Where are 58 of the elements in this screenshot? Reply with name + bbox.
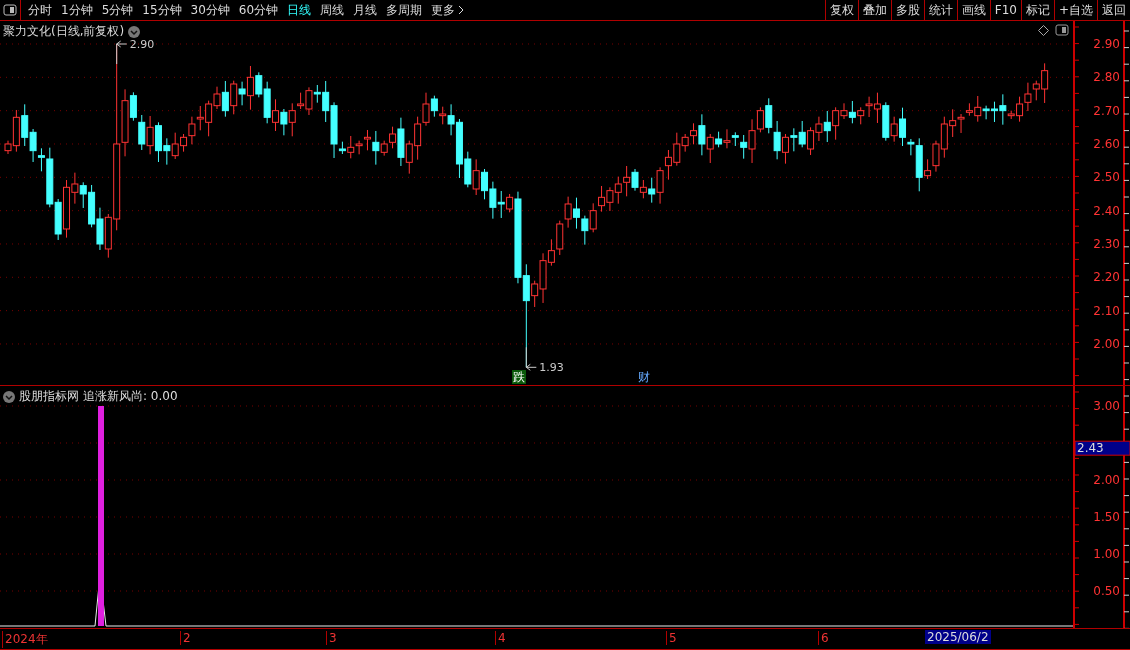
date-label: 6 (818, 631, 829, 645)
event-marker[interactable]: 跌 (511, 370, 526, 384)
dropdown-icon[interactable] (3, 390, 15, 403)
date-label: 2024年 (2, 631, 48, 648)
period-tab[interactable]: 1分钟 (61, 1, 93, 19)
toolbar-button[interactable]: 返回 (1097, 0, 1130, 20)
price-label: 2.90 (129, 38, 155, 51)
date-label: 4 (495, 631, 506, 645)
toolbar-button[interactable]: +自选 (1053, 0, 1097, 20)
toolbar-button[interactable]: 叠加 (857, 0, 891, 20)
chevron-right-icon (458, 5, 465, 15)
event-marker[interactable]: 财 (637, 370, 652, 384)
toolbar-button[interactable]: 标记 (1020, 0, 1054, 20)
price-label: 1.93 (539, 361, 564, 375)
date-label: 3 (326, 631, 337, 645)
diamond-icon[interactable] (1038, 24, 1049, 36)
period-tab[interactable]: 日线 (287, 1, 312, 19)
axis-label: 2.00 (1093, 473, 1120, 487)
period-tab[interactable]: 5分钟 (101, 1, 134, 19)
period-tab[interactable]: 60分钟 (238, 1, 279, 19)
panel-toggle-icon[interactable] (3, 4, 17, 16)
indicator-title: 追涨新风尚: 0.00 (83, 388, 178, 405)
axis-label: 2.20 (1093, 270, 1120, 285)
indicator-source: 股朋指标网 (19, 388, 79, 405)
period-tab[interactable]: 周线 (320, 1, 345, 19)
cursor-value-label: 2.43 (1074, 440, 1130, 456)
date-label: 2 (180, 631, 191, 645)
axis-label: 1.00 (1093, 547, 1120, 561)
axis-label: 2.40 (1093, 203, 1120, 218)
toolbar-button[interactable]: 画线 (956, 0, 990, 20)
leader-line (525, 346, 537, 371)
axis-label: 2.50 (1093, 170, 1120, 185)
panel-toggle-icon[interactable] (1055, 24, 1069, 36)
cursor-date-label: 2025/06/2 (925, 630, 991, 644)
axis-label: 3.00 (1093, 399, 1120, 413)
leader-line (116, 40, 128, 65)
toolbar-button[interactable]: 统计 (923, 0, 957, 20)
axis-label: 2.30 (1093, 237, 1120, 251)
date-label: 5 (666, 631, 677, 645)
chart-title: 聚力文化(日线,前复权) (3, 23, 125, 40)
period-tab[interactable]: 30分钟 (190, 1, 230, 19)
axis-label: 2.80 (1093, 70, 1120, 85)
more-button[interactable]: 更多 (431, 1, 465, 19)
axis-label: 2.90 (1093, 37, 1120, 51)
axis-label: 0.50 (1093, 584, 1120, 598)
axis-label: 2.10 (1093, 303, 1120, 318)
axis-label: 1.50 (1093, 510, 1120, 524)
toolbar-button[interactable]: F10 (989, 0, 1021, 20)
period-tab[interactable]: 多周期 (386, 1, 423, 19)
axis-label: 2.70 (1093, 103, 1120, 118)
dropdown-icon[interactable] (128, 25, 141, 38)
toolbar-button[interactable]: 多股 (890, 0, 924, 20)
toolbar-button[interactable]: 复权 (824, 0, 858, 20)
period-tab[interactable]: 月线 (353, 1, 378, 19)
period-tab[interactable]: 15分钟 (142, 1, 182, 19)
axis-label: 2.60 (1093, 137, 1120, 151)
axis-label: 2.00 (1093, 336, 1120, 351)
period-tab[interactable]: 分时 (28, 1, 52, 19)
